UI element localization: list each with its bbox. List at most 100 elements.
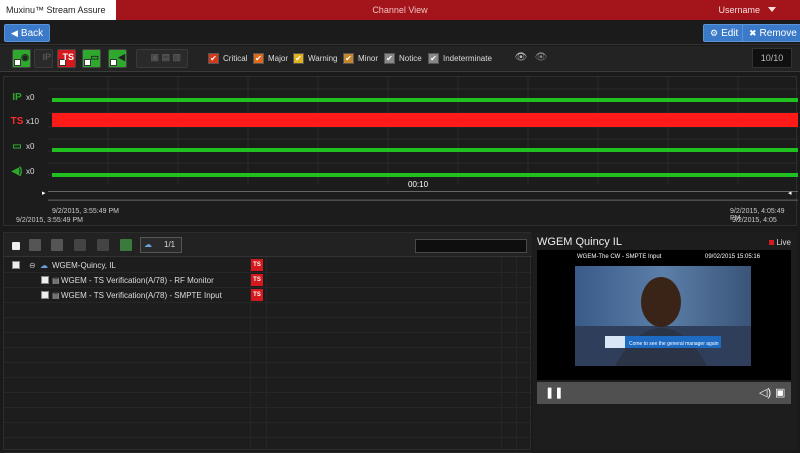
- checkbox-icon[interactable]: [12, 261, 20, 269]
- scrub-left-handle[interactable]: ▸: [42, 189, 46, 197]
- player-title: WGEM Quincy IL: [537, 236, 622, 248]
- checkbox-icon: [110, 59, 117, 66]
- document-icon: ▤: [52, 276, 60, 285]
- column-divider: [266, 257, 267, 451]
- ip-filter-toggle[interactable]: ◉: [12, 49, 31, 68]
- export-icon[interactable]: [120, 239, 132, 251]
- document-icon: ▤: [52, 291, 60, 300]
- live-indicator: Live: [769, 238, 791, 247]
- collapse-icon[interactable]: ⊖: [29, 258, 36, 273]
- cursor-time: 00:10: [408, 180, 429, 189]
- range-start-top: 9/2/2015, 3:55:49 PM: [52, 208, 119, 215]
- disabled-icons: ▣ ▤ ▥: [150, 52, 181, 62]
- ip-disabled-toggle[interactable]: IP: [34, 49, 53, 68]
- timeline-grid: [48, 77, 798, 185]
- volume-icon[interactable]: ◁): [759, 386, 771, 399]
- timeline-row-video: ▭ x0: [12, 141, 35, 152]
- checkbox-icon: ✔: [293, 53, 304, 65]
- ts-status-bar: [52, 113, 798, 127]
- tree-item-label: WGEM - TS Verification(A/78) - RF Monito…: [61, 276, 214, 285]
- severity-notice[interactable]: ✔ Notice: [384, 52, 422, 66]
- checkbox-icon[interactable]: [41, 276, 49, 284]
- checkbox-icon: ✔: [208, 53, 219, 65]
- empty-row: [4, 408, 532, 423]
- video-filter-toggle[interactable]: ▭: [82, 49, 101, 68]
- player-controls: ❚❚ ◁) ▣: [537, 382, 791, 404]
- monitor-icon[interactable]: [51, 239, 63, 251]
- audio-filter-toggle[interactable]: ◀: [108, 49, 127, 68]
- range-end-bottom: 9/2/2015, 4:05: [732, 217, 777, 224]
- tree-pager[interactable]: ☁ 1/1: [140, 237, 182, 253]
- empty-row: [4, 348, 532, 363]
- checkbox-icon: ✔: [253, 53, 264, 65]
- grid-icon[interactable]: [97, 239, 109, 251]
- cloud-icon: ☁: [144, 240, 152, 249]
- scrubber-ticks: [48, 199, 798, 201]
- close-icon: ✖: [749, 28, 757, 38]
- fullscreen-icon[interactable]: ▣: [775, 386, 785, 399]
- tree-item-rf-monitor[interactable]: ▤ WGEM - TS Verification(A/78) - RF Moni…: [4, 273, 532, 288]
- eye-icon[interactable]: 👁: [514, 52, 528, 63]
- edit-button[interactable]: ⚙ Edit: [703, 24, 746, 42]
- empty-row: [4, 378, 532, 393]
- video-frame: Come to see the general manager again: [575, 266, 751, 366]
- folder-icon[interactable]: [74, 239, 86, 251]
- empty-row: [4, 438, 532, 453]
- checkbox-icon: ✔: [343, 53, 354, 65]
- alarm-timeline[interactable]: IP x0 TS x10 ▭ x0 ◀) x0 00:10 ▸ ◂ 9/2/2015, …: [3, 76, 798, 226]
- range-start-bottom: 9/2/2015, 3:55:49 PM: [16, 217, 83, 224]
- severity-indeterminate[interactable]: ✔ Indeterminate: [428, 52, 492, 66]
- tree-item-smpte-input[interactable]: ▤ WGEM - TS Verification(A/78) - SMPTE I…: [4, 288, 532, 303]
- empty-row: [4, 393, 532, 408]
- checkbox-icon[interactable]: [41, 291, 49, 299]
- ts-filter-toggle[interactable]: TS: [57, 49, 76, 68]
- channel-icon[interactable]: [29, 239, 41, 251]
- ts-alarm-badge: TS: [251, 289, 263, 301]
- column-divider: [250, 257, 251, 451]
- empty-row: [4, 303, 532, 318]
- lower-third-text: Come to see the general manager again: [629, 341, 719, 347]
- tree-item-station[interactable]: ⊖ ☁ WGEM-Quincy, IL TS: [4, 258, 532, 273]
- column-divider: [516, 257, 517, 451]
- ip-icon: ◉: [21, 52, 29, 62]
- checkbox-icon: ✔: [428, 53, 439, 65]
- tree-toolbar: ☁ 1/1: [4, 233, 532, 257]
- empty-row: [4, 363, 532, 378]
- video-display[interactable]: WGEM-The CW - SMPTE Input 09/02/2015 15:…: [537, 250, 791, 380]
- severity-warning[interactable]: ✔ Warning: [293, 52, 338, 66]
- eye-slash-icon[interactable]: 👁: [534, 52, 548, 63]
- video-caption: WGEM-The CW - SMPTE Input 09/02/2015 15:…: [577, 254, 761, 260]
- tree-search-input[interactable]: [415, 239, 527, 253]
- live-dot-icon: [769, 240, 775, 246]
- pause-icon[interactable]: ❚❚: [545, 386, 563, 399]
- checkbox-icon: [14, 59, 21, 66]
- app-title: Muxinu™ Stream Assure: [0, 0, 116, 20]
- empty-row: [4, 423, 532, 438]
- timeline-row-ts: TS x10: [10, 116, 39, 127]
- alarm-page-count: 10/10: [752, 48, 792, 68]
- chevron-down-icon[interactable]: [768, 7, 776, 12]
- severity-critical[interactable]: ✔ Critical: [208, 52, 247, 66]
- disabled-filter-group: ▣ ▤ ▥: [136, 49, 188, 68]
- timeline-row-audio: ◀) x0: [11, 166, 35, 177]
- severity-minor[interactable]: ✔ Minor: [343, 52, 378, 66]
- username-menu[interactable]: Username: [718, 0, 760, 20]
- tree-item-label: WGEM - TS Verification(A/78) - SMPTE Inp…: [61, 291, 222, 300]
- select-all-checkbox[interactable]: [12, 242, 20, 250]
- severity-major[interactable]: ✔ Major: [253, 52, 288, 66]
- timeline-scrubber[interactable]: [48, 191, 798, 201]
- back-button[interactable]: ◀ Back: [4, 24, 51, 42]
- checkbox-icon: ✔: [384, 53, 395, 65]
- channel-icon: ☁: [40, 261, 48, 270]
- scrub-right-handle[interactable]: ◂: [788, 189, 792, 197]
- remove-button[interactable]: ✖ Remove: [742, 24, 800, 42]
- video-status-bar: [52, 148, 798, 152]
- empty-row: [4, 318, 532, 333]
- ip-status-bar: [52, 98, 798, 102]
- video-player-panel: WGEM Quincy IL Live WGEM-The CW - SMPTE …: [533, 232, 797, 450]
- monitor-icon: ▭: [90, 52, 99, 62]
- ts-alarm-badge: TS: [251, 274, 263, 286]
- arrow-left-icon: ◀: [11, 28, 18, 38]
- ts-alarm-badge: TS: [251, 259, 263, 271]
- view-title: Channel View: [372, 5, 428, 15]
